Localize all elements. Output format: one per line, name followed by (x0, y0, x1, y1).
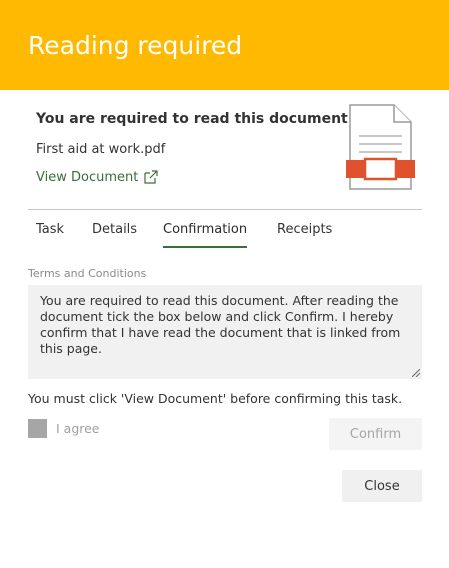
resize-grip-icon[interactable] (412, 369, 420, 377)
close-button[interactable]: Close (342, 470, 422, 502)
terms-label: Terms and Conditions (28, 267, 147, 280)
dialog-header: Reading required (0, 0, 449, 90)
terms-textarea[interactable]: You are required to read this document. … (28, 285, 422, 379)
dialog-title: Reading required (28, 31, 243, 60)
terms-text: You are required to read this document. … (40, 293, 401, 356)
agree-checkbox[interactable] (28, 419, 47, 438)
tab-task[interactable]: Task (36, 222, 64, 237)
confirm-button[interactable]: Confirm (329, 418, 422, 450)
view-document-link[interactable]: View Document (36, 170, 138, 185)
agree-label[interactable]: I agree (56, 421, 100, 436)
view-required-warning: You must click 'View Document' before co… (28, 391, 403, 406)
document-filename: First aid at work.pdf (36, 142, 166, 157)
pdf-document-icon (346, 104, 415, 190)
tab-receipts[interactable]: Receipts (277, 222, 332, 237)
document-heading: You are required to read this document (36, 111, 348, 127)
tab-confirmation[interactable]: Confirmation (163, 222, 247, 237)
active-tab-indicator (163, 246, 247, 248)
tab-details[interactable]: Details (92, 222, 137, 237)
section-divider (28, 209, 422, 210)
external-link-icon[interactable] (144, 170, 158, 184)
